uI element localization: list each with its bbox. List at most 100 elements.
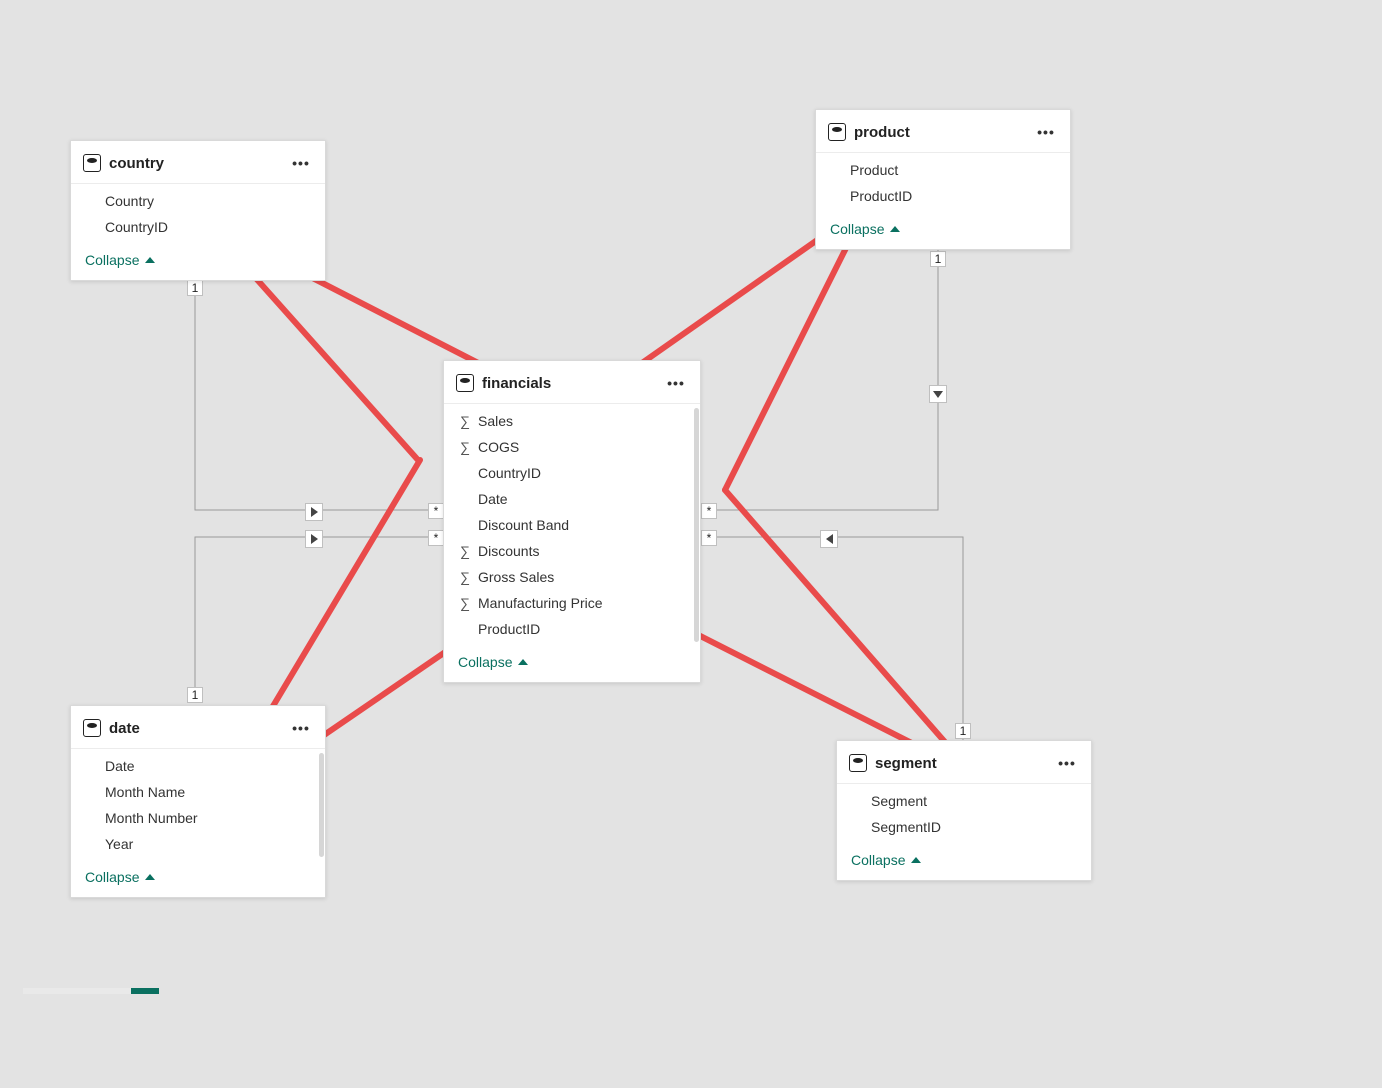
cardinality-one-segment: 1 [955, 723, 971, 739]
chevron-up-icon [518, 659, 528, 665]
sigma-icon: ∑ [458, 595, 472, 611]
field-label: SegmentID [871, 819, 941, 835]
field-label: Month Number [105, 810, 198, 826]
field-label: Discount Band [478, 517, 569, 533]
field-label: ProductID [850, 188, 912, 204]
model-canvas[interactable]: 1 * 1 * 1 * 1 * country ••• ∑Country∑Cou… [0, 0, 1382, 1088]
field-row[interactable]: ∑ COGS [444, 434, 700, 460]
field-row[interactable]: ∑ Discounts [444, 538, 700, 564]
cardinality-many-product: * [701, 503, 717, 519]
field-label: Segment [871, 793, 927, 809]
table-card-date[interactable]: date ••• ∑Date∑Month Name∑Month Number∑Y… [70, 705, 326, 898]
filter-arrow-date [305, 530, 323, 548]
table-icon [828, 123, 846, 141]
field-list: ∑Sales∑COGS∑CountryID∑Date∑Discount Band… [444, 404, 700, 646]
field-label: CountryID [105, 219, 168, 235]
field-list: ∑Segment∑SegmentID [837, 784, 1091, 844]
field-row[interactable]: ∑Country [71, 188, 325, 214]
sigma-icon: ∑ [458, 413, 472, 429]
table-title: country [109, 155, 289, 172]
table-title: financials [482, 375, 664, 392]
field-row[interactable]: ∑Discount Band [444, 512, 700, 538]
cardinality-one-country: 1 [187, 280, 203, 296]
cardinality-many-country: * [428, 503, 444, 519]
table-icon [83, 719, 101, 737]
collapse-button[interactable]: Collapse [816, 213, 1070, 249]
field-label: Gross Sales [478, 569, 554, 585]
field-label: Manufacturing Price [478, 595, 603, 611]
scrollbar[interactable] [319, 753, 324, 857]
table-card-country[interactable]: country ••• ∑Country∑CountryID Collapse [70, 140, 326, 281]
chevron-up-icon [145, 874, 155, 880]
field-list: ∑Date∑Month Name∑Month Number∑Year [71, 749, 325, 861]
field-row[interactable]: ∑Date [444, 486, 700, 512]
field-list: ∑Country∑CountryID [71, 184, 325, 244]
field-label: Date [478, 491, 508, 507]
field-row[interactable]: ∑SegmentID [837, 814, 1091, 840]
collapse-label: Collapse [458, 654, 512, 670]
filter-arrow-segment [820, 530, 838, 548]
cardinality-many-segment: * [701, 530, 717, 546]
table-title: product [854, 124, 1034, 141]
table-icon [456, 374, 474, 392]
more-options-button[interactable]: ••• [289, 716, 313, 740]
field-label: Discounts [478, 543, 539, 559]
field-row[interactable]: ∑ Sales [444, 408, 700, 434]
field-label: COGS [478, 439, 519, 455]
scrollbar[interactable] [694, 408, 699, 642]
collapse-button[interactable]: Collapse [837, 844, 1091, 880]
field-label: Product [850, 162, 898, 178]
filter-arrow-country [305, 503, 323, 521]
field-row[interactable]: ∑ Gross Sales [444, 564, 700, 590]
field-row[interactable]: ∑Month Name [71, 779, 325, 805]
status-bar-fragment [23, 988, 159, 994]
table-card-product[interactable]: product ••• ∑Product∑ProductID Collapse [815, 109, 1071, 250]
chevron-up-icon [911, 857, 921, 863]
sigma-icon: ∑ [458, 439, 472, 455]
collapse-button[interactable]: Collapse [71, 244, 325, 280]
field-label: Month Name [105, 784, 185, 800]
field-label: ProductID [478, 621, 540, 637]
collapse-label: Collapse [85, 252, 139, 268]
table-card-financials[interactable]: financials ••• ∑Sales∑COGS∑CountryID∑Dat… [443, 360, 701, 683]
field-label: CountryID [478, 465, 541, 481]
field-row[interactable]: ∑ProductID [816, 183, 1070, 209]
field-label: Year [105, 836, 133, 852]
table-icon [83, 154, 101, 172]
field-row[interactable]: ∑ Manufacturing Price [444, 590, 700, 616]
cardinality-one-date: 1 [187, 687, 203, 703]
field-row[interactable]: ∑CountryID [444, 460, 700, 486]
field-label: Sales [478, 413, 513, 429]
field-row[interactable]: ∑Month Number [71, 805, 325, 831]
field-row[interactable]: ∑Segment [837, 788, 1091, 814]
collapse-label: Collapse [830, 221, 884, 237]
chevron-up-icon [145, 257, 155, 263]
annotation-line [725, 490, 965, 765]
more-options-button[interactable]: ••• [1055, 751, 1079, 775]
field-list: ∑Product∑ProductID [816, 153, 1070, 213]
collapse-button[interactable]: Collapse [71, 861, 325, 897]
field-row[interactable]: ∑Year [71, 831, 325, 857]
more-options-button[interactable]: ••• [289, 151, 313, 175]
chevron-up-icon [890, 226, 900, 232]
filter-arrow-product [929, 385, 947, 403]
sigma-icon: ∑ [458, 543, 472, 559]
field-label: Country [105, 193, 154, 209]
table-title: date [109, 720, 289, 737]
field-row[interactable]: ∑ProductID [444, 616, 700, 642]
table-title: segment [875, 755, 1055, 772]
cardinality-many-date: * [428, 530, 444, 546]
collapse-label: Collapse [851, 852, 905, 868]
field-row[interactable]: ∑Date [71, 753, 325, 779]
cardinality-one-product: 1 [930, 251, 946, 267]
table-icon [849, 754, 867, 772]
sigma-icon: ∑ [458, 569, 472, 585]
field-row[interactable]: ∑Product [816, 157, 1070, 183]
more-options-button[interactable]: ••• [1034, 120, 1058, 144]
collapse-button[interactable]: Collapse [444, 646, 700, 682]
field-row[interactable]: ∑CountryID [71, 214, 325, 240]
table-card-segment[interactable]: segment ••• ∑Segment∑SegmentID Collapse [836, 740, 1092, 881]
collapse-label: Collapse [85, 869, 139, 885]
field-label: Date [105, 758, 135, 774]
more-options-button[interactable]: ••• [664, 371, 688, 395]
